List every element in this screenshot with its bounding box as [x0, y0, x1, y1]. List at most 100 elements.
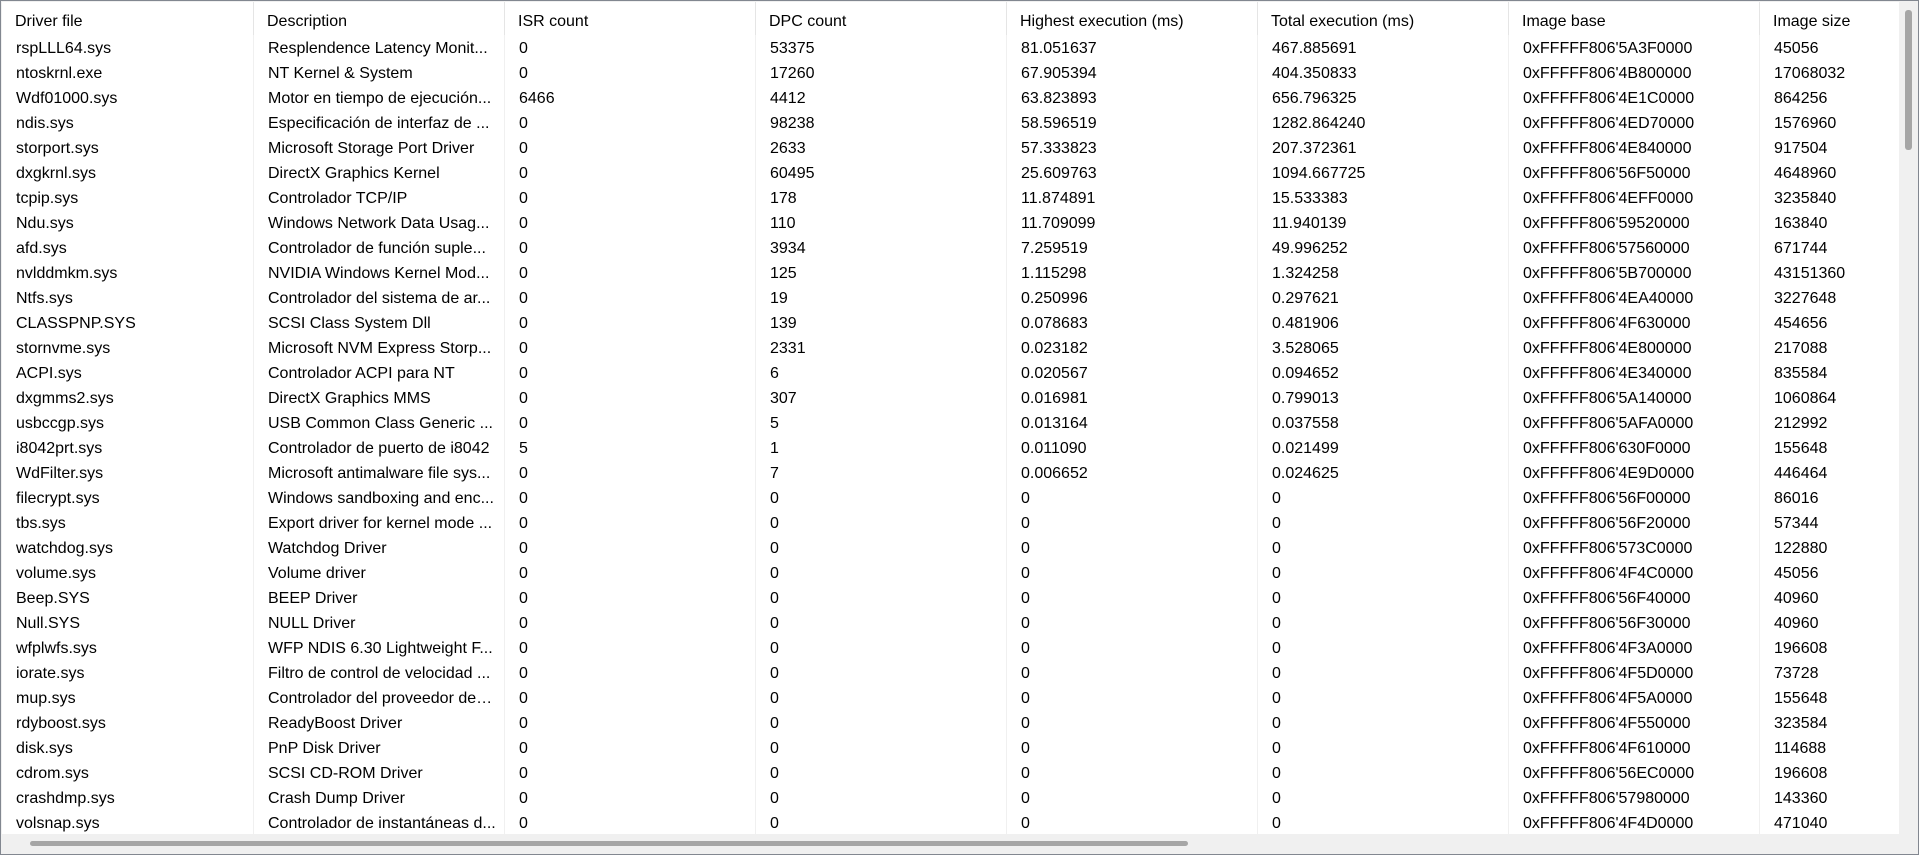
table-row[interactable]: ndis.sys Especificación de interfaz de ..… — [2, 110, 1899, 135]
highest-execution-cell: 0 — [1007, 610, 1258, 635]
dpc-count-cell: 110 — [756, 210, 1007, 235]
table-row[interactable]: mup.sys Controlador del proveedor de v...… — [2, 685, 1899, 710]
horizontal-scrollbar-thumb[interactable] — [30, 841, 1188, 846]
description-cell: Controlador de instantáneas d... — [254, 810, 505, 834]
driver-file-cell: Wdf01000.sys — [2, 85, 254, 110]
driver-file-cell: wfplwfs.sys — [2, 635, 254, 660]
driver-file-cell: ACPI.sys — [2, 360, 254, 385]
driver-list-view[interactable]: Driver file Description ISR count DPC co… — [2, 2, 1899, 834]
total-execution-cell: 0 — [1258, 510, 1509, 535]
table-row[interactable]: rspLLL64.sys Resplendence Latency Monit..… — [2, 35, 1899, 60]
table-row[interactable]: afd.sys Controlador de función suple... 0 3… — [2, 235, 1899, 260]
table-row[interactable]: i8042prt.sys Controlador de puerto de i80… — [2, 435, 1899, 460]
table-row[interactable]: storport.sys Microsoft Storage Port Drive… — [2, 135, 1899, 160]
table-row[interactable]: Ndu.sys Windows Network Data Usag... 0 110 1… — [2, 210, 1899, 235]
table-row[interactable]: watchdog.sys Watchdog Driver 0 0 0 0 0xFFFFF80… — [2, 535, 1899, 560]
total-execution-cell: 0 — [1258, 760, 1509, 785]
vertical-scrollbar-thumb[interactable] — [1905, 10, 1912, 150]
table-row[interactable]: Beep.SYS BEEP Driver 0 0 0 0 0xFFFFF806'56F400… — [2, 585, 1899, 610]
highest-execution-cell: 0.250996 — [1007, 285, 1258, 310]
isr-count-cell: 0 — [505, 585, 756, 610]
table-row[interactable]: rdyboost.sys ReadyBoost Driver 0 0 0 0 0xFFFFF… — [2, 710, 1899, 735]
table-row[interactable]: Null.SYS NULL Driver 0 0 0 0 0xFFFFF806'56F300… — [2, 610, 1899, 635]
total-execution-cell: 0.037558 — [1258, 410, 1509, 435]
table-row[interactable]: iorate.sys Filtro de control de velocidad… — [2, 660, 1899, 685]
image-size-cell: 196608 — [1760, 635, 1899, 660]
description-cell: Crash Dump Driver — [254, 785, 505, 810]
table-row[interactable]: disk.sys PnP Disk Driver 0 0 0 0 0xFFFFF806'4F… — [2, 735, 1899, 760]
table-row[interactable]: ntoskrnl.exe NT Kernel & System 0 17260 67.9… — [2, 60, 1899, 85]
total-execution-cell: 0.481906 — [1258, 310, 1509, 335]
table-row[interactable]: ACPI.sys Controlador ACPI para NT 0 6 0.0205… — [2, 360, 1899, 385]
total-execution-cell: 0.021499 — [1258, 435, 1509, 460]
dpc-count-cell: 0 — [756, 760, 1007, 785]
dpc-count-cell: 4412 — [756, 85, 1007, 110]
isr-count-cell: 0 — [505, 360, 756, 385]
table-row[interactable]: wfplwfs.sys WFP NDIS 6.30 Lightweight F..… — [2, 635, 1899, 660]
dpc-count-cell: 60495 — [756, 160, 1007, 185]
table-row[interactable]: dxgmms2.sys DirectX Graphics MMS 0 307 0.016… — [2, 385, 1899, 410]
table-row[interactable]: volsnap.sys Controlador de instantáneas d… — [2, 810, 1899, 834]
highest-execution-cell: 0 — [1007, 585, 1258, 610]
dpc-count-cell: 2633 — [756, 135, 1007, 160]
table-row[interactable]: WdFilter.sys Microsoft antimalware file s… — [2, 460, 1899, 485]
highest-execution-cell: 0 — [1007, 510, 1258, 535]
horizontal-scrollbar[interactable] — [2, 834, 1899, 854]
total-execution-cell: 0 — [1258, 610, 1509, 635]
highest-execution-cell: 63.823893 — [1007, 85, 1258, 110]
table-row[interactable]: Ntfs.sys Controlador del sistema de ar...… — [2, 285, 1899, 310]
total-execution-cell: 0.094652 — [1258, 360, 1509, 385]
image-base-cell: 0xFFFFF806'56F00000 — [1509, 485, 1760, 510]
isr-count-cell: 0 — [505, 810, 756, 834]
image-size-cell: 57344 — [1760, 510, 1899, 535]
highest-execution-cell: 0 — [1007, 485, 1258, 510]
highest-execution-cell: 11.709099 — [1007, 210, 1258, 235]
image-size-cell: 155648 — [1760, 435, 1899, 460]
total-execution-cell: 3.528065 — [1258, 335, 1509, 360]
total-execution-cell: 0 — [1258, 685, 1509, 710]
total-execution-cell: 0 — [1258, 485, 1509, 510]
description-cell: Filtro de control de velocidad ... — [254, 660, 505, 685]
image-size-cell: 43151360 — [1760, 260, 1899, 285]
description-cell: PnP Disk Driver — [254, 735, 505, 760]
isr-count-cell: 0 — [505, 460, 756, 485]
isr-count-cell: 0 — [505, 135, 756, 160]
description-cell: Especificación de interfaz de ... — [254, 110, 505, 135]
image-base-cell: 0xFFFFF806'57980000 — [1509, 785, 1760, 810]
table-row[interactable]: nvlddmkm.sys NVIDIA Windows Kernel Mod...… — [2, 260, 1899, 285]
isr-count-cell: 0 — [505, 335, 756, 360]
table-row[interactable]: CLASSPNP.SYS SCSI Class System Dll 0 139 0.0… — [2, 310, 1899, 335]
image-base-cell: 0xFFFFF806'5A140000 — [1509, 385, 1760, 410]
driver-file-cell: Ndu.sys — [2, 210, 254, 235]
table-row[interactable]: tbs.sys Export driver for kernel mode ...… — [2, 510, 1899, 535]
table-row[interactable]: filecrypt.sys Windows sandboxing and enc.… — [2, 485, 1899, 510]
image-base-cell: 0xFFFFF806'4E340000 — [1509, 360, 1760, 385]
description-cell: SCSI Class System Dll — [254, 310, 505, 335]
image-size-cell: 212992 — [1760, 410, 1899, 435]
driver-file-cell: rspLLL64.sys — [2, 35, 254, 60]
description-cell: Watchdog Driver — [254, 535, 505, 560]
table-row[interactable]: crashdmp.sys Crash Dump Driver 0 0 0 0 0xFFFFF… — [2, 785, 1899, 810]
driver-file-cell: i8042prt.sys — [2, 435, 254, 460]
total-execution-cell: 0 — [1258, 585, 1509, 610]
table-row[interactable]: Wdf01000.sys Motor en tiempo de ejecución… — [2, 85, 1899, 110]
isr-count-cell: 0 — [505, 310, 756, 335]
driver-file-cell: Ntfs.sys — [2, 285, 254, 310]
table-row[interactable]: cdrom.sys SCSI CD-ROM Driver 0 0 0 0 0xFFFFF80… — [2, 760, 1899, 785]
description-cell: Export driver for kernel mode ... — [254, 510, 505, 535]
description-cell: ReadyBoost Driver — [254, 710, 505, 735]
table-row[interactable]: stornvme.sys Microsoft NVM Express Storp.… — [2, 335, 1899, 360]
image-base-cell: 0xFFFFF806'4F610000 — [1509, 735, 1760, 760]
isr-count-cell: 0 — [505, 510, 756, 535]
table-row[interactable]: tcpip.sys Controlador TCP/IP 0 178 11.874891… — [2, 185, 1899, 210]
vertical-scrollbar[interactable] — [1899, 2, 1918, 834]
image-base-cell: 0xFFFFF806'5A3F0000 — [1509, 35, 1760, 60]
total-execution-cell: 1.324258 — [1258, 260, 1509, 285]
total-execution-cell: 0 — [1258, 560, 1509, 585]
table-row[interactable]: dxgkrnl.sys DirectX Graphics Kernel 0 60495… — [2, 160, 1899, 185]
table-row[interactable]: volume.sys Volume driver 0 0 0 0 0xFFFFF806'4F… — [2, 560, 1899, 585]
isr-count-cell: 0 — [505, 710, 756, 735]
table-row[interactable]: usbccgp.sys USB Common Class Generic ... 0… — [2, 410, 1899, 435]
dpc-count-cell: 98238 — [756, 110, 1007, 135]
image-size-cell: 864256 — [1760, 85, 1899, 110]
